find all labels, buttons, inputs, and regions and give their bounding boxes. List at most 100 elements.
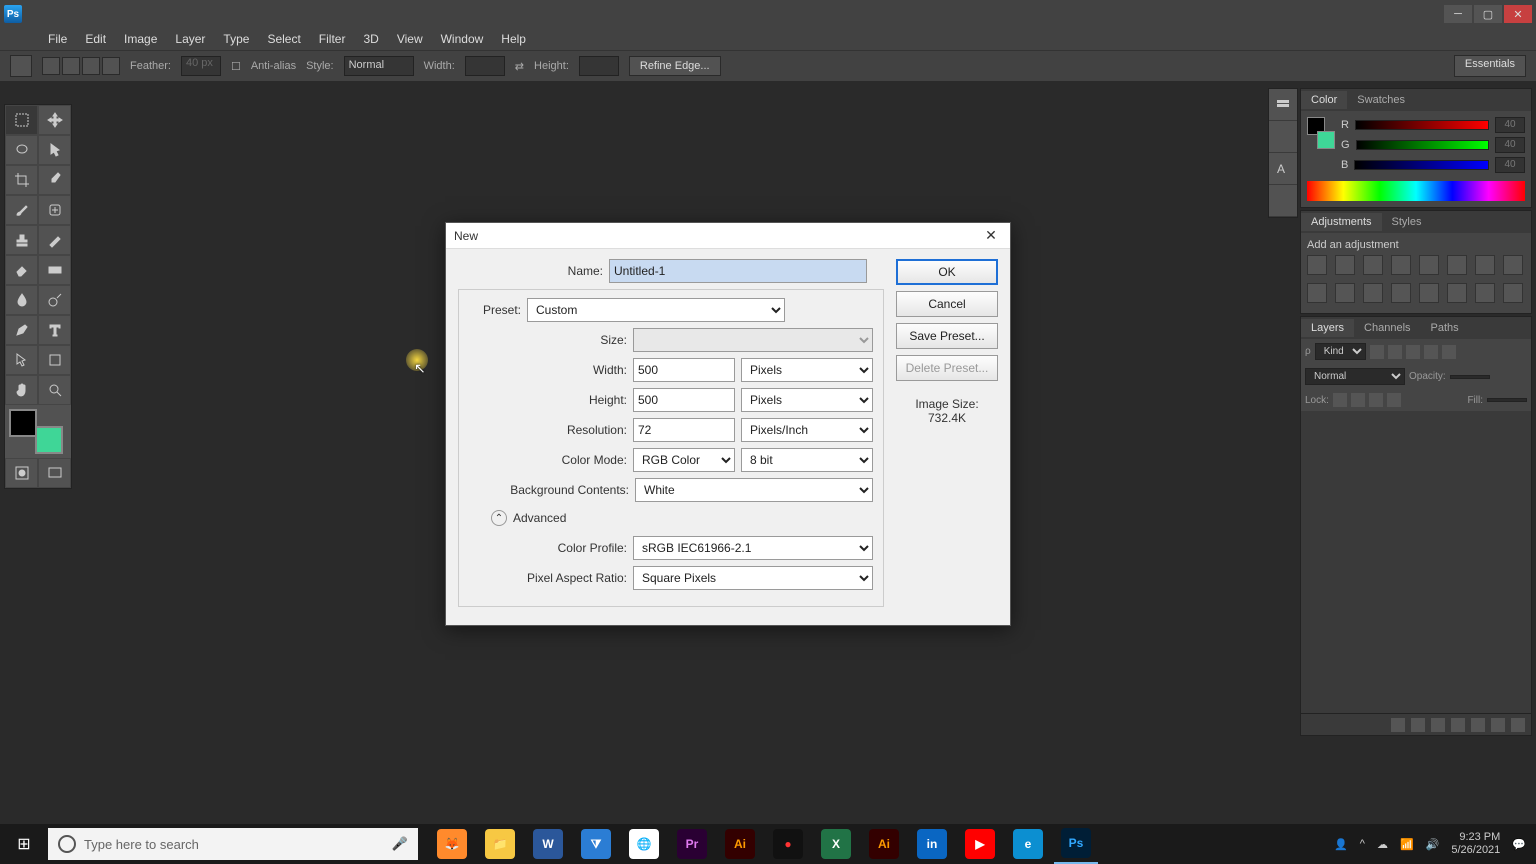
adj-photofilter-icon[interactable] <box>1307 283 1327 303</box>
tab-adjustments[interactable]: Adjustments <box>1301 213 1382 231</box>
lock-all-icon[interactable] <box>1387 393 1401 407</box>
gradient-tool[interactable] <box>38 255 71 285</box>
tray-wifi-icon[interactable]: 📶 <box>1400 838 1414 851</box>
width-unit-select[interactable]: Pixels <box>741 358 873 382</box>
pen-tool[interactable] <box>5 315 38 345</box>
g-value[interactable]: 40 <box>1495 137 1525 153</box>
color-swatches[interactable] <box>9 409 67 454</box>
colorprofile-select[interactable]: sRGB IEC61966-2.1 <box>633 536 873 560</box>
blur-tool[interactable] <box>5 285 38 315</box>
fill-input[interactable] <box>1487 398 1527 402</box>
menu-window[interactable]: Window <box>433 29 492 49</box>
refine-edge-button[interactable]: Refine Edge... <box>629 56 721 76</box>
taskbar-excel[interactable]: X <box>814 824 858 864</box>
eraser-tool[interactable] <box>5 255 38 285</box>
height-input[interactable] <box>633 388 735 412</box>
adj-vibrance-icon[interactable] <box>1419 255 1439 275</box>
lock-position-icon[interactable] <box>1369 393 1383 407</box>
taskbar-edge[interactable]: e <box>1006 824 1050 864</box>
menu-file[interactable]: File <box>40 29 75 49</box>
taskbar-illustrator2[interactable]: Ai <box>862 824 906 864</box>
ok-button[interactable]: OK <box>896 259 998 285</box>
resolution-input[interactable] <box>633 418 735 442</box>
screenmode-tool[interactable] <box>38 458 71 488</box>
tab-channels[interactable]: Channels <box>1354 319 1420 337</box>
type-tool[interactable] <box>38 315 71 345</box>
tray-up-icon[interactable]: ^ <box>1360 838 1365 850</box>
quick-select-tool[interactable] <box>38 135 71 165</box>
tab-color[interactable]: Color <box>1301 91 1347 109</box>
zoom-tool[interactable] <box>38 375 71 405</box>
filter-type-icon[interactable] <box>1406 345 1420 359</box>
r-value[interactable]: 40 <box>1495 117 1525 133</box>
adj-bw-icon[interactable] <box>1503 255 1523 275</box>
marquee-tool[interactable] <box>5 105 38 135</box>
taskbar-search[interactable]: Type here to search 🎤 <box>48 828 418 860</box>
minimize-button[interactable]: ─ <box>1444 5 1472 23</box>
adj-layer-icon[interactable] <box>1451 718 1465 732</box>
selection-intersect-icon[interactable] <box>102 57 120 75</box>
bgcontents-select[interactable]: White <box>635 478 873 502</box>
background-swatch[interactable] <box>35 426 63 454</box>
taskbar-word[interactable]: W <box>526 824 570 864</box>
filter-smart-icon[interactable] <box>1442 345 1456 359</box>
adj-gradientmap-icon[interactable] <box>1475 283 1495 303</box>
g-slider[interactable] <box>1356 140 1489 150</box>
new-layer-icon[interactable] <box>1491 718 1505 732</box>
move-tool[interactable] <box>38 105 71 135</box>
width-input[interactable] <box>633 358 735 382</box>
menu-view[interactable]: View <box>389 29 431 49</box>
crop-tool[interactable] <box>5 165 38 195</box>
filter-adj-icon[interactable] <box>1388 345 1402 359</box>
selection-sub-icon[interactable] <box>82 57 100 75</box>
colormode-select[interactable]: RGB Color <box>633 448 735 472</box>
paragraph-panel-icon[interactable] <box>1269 185 1297 217</box>
menu-type[interactable]: Type <box>215 29 257 49</box>
tab-swatches[interactable]: Swatches <box>1347 91 1415 109</box>
adj-levels-icon[interactable] <box>1335 255 1355 275</box>
taskbar-vscode[interactable]: ⧩ <box>574 824 618 864</box>
adj-colorbalance-icon[interactable] <box>1475 255 1495 275</box>
adj-threshold-icon[interactable] <box>1447 283 1467 303</box>
layer-style-icon[interactable] <box>1411 718 1425 732</box>
tray-onedrive-icon[interactable]: ☁ <box>1377 838 1388 851</box>
dialog-close-button[interactable]: ✕ <box>980 227 1002 245</box>
foreground-swatch[interactable] <box>9 409 37 437</box>
healing-tool[interactable] <box>38 195 71 225</box>
adj-invert-icon[interactable] <box>1391 283 1411 303</box>
width-input[interactable] <box>465 56 505 76</box>
taskbar-clock[interactable]: 9:23 PM 5/26/2021 <box>1451 831 1500 857</box>
cancel-button[interactable]: Cancel <box>896 291 998 317</box>
history-panel-icon[interactable] <box>1269 89 1297 121</box>
start-button[interactable]: ⊞ <box>0 824 48 864</box>
quickmask-tool[interactable] <box>5 458 38 488</box>
adj-hue-icon[interactable] <box>1447 255 1467 275</box>
taskbar-illustrator[interactable]: Ai <box>718 824 762 864</box>
menu-edit[interactable]: Edit <box>77 29 114 49</box>
menu-image[interactable]: Image <box>116 29 165 49</box>
size-select[interactable] <box>633 328 873 352</box>
tab-layers[interactable]: Layers <box>1301 319 1354 337</box>
height-unit-select[interactable]: Pixels <box>741 388 873 412</box>
taskbar-chrome[interactable]: 🌐 <box>622 824 666 864</box>
adj-channelmixer-icon[interactable] <box>1335 283 1355 303</box>
style-select[interactable]: Normal <box>344 56 414 76</box>
link-layers-icon[interactable] <box>1391 718 1405 732</box>
adj-exposure-icon[interactable] <box>1391 255 1411 275</box>
blend-mode-select[interactable]: Normal <box>1305 368 1405 385</box>
trash-icon[interactable] <box>1511 718 1525 732</box>
layer-mask-icon[interactable] <box>1431 718 1445 732</box>
taskbar-premiere[interactable]: Pr <box>670 824 714 864</box>
layer-filter-kind[interactable]: Kind <box>1315 343 1366 360</box>
advanced-toggle[interactable]: ⌃ Advanced <box>491 510 873 526</box>
menu-filter[interactable]: Filter <box>311 29 354 49</box>
colordepth-select[interactable]: 8 bit <box>741 448 873 472</box>
r-slider[interactable] <box>1355 120 1489 130</box>
b-value[interactable]: 40 <box>1495 157 1525 173</box>
adj-colorlookup-icon[interactable] <box>1363 283 1383 303</box>
properties-panel-icon[interactable] <box>1269 121 1297 153</box>
hand-tool[interactable] <box>5 375 38 405</box>
lock-pixels-icon[interactable] <box>1351 393 1365 407</box>
character-panel-icon[interactable]: A <box>1269 153 1297 185</box>
eyedropper-tool[interactable] <box>38 165 71 195</box>
